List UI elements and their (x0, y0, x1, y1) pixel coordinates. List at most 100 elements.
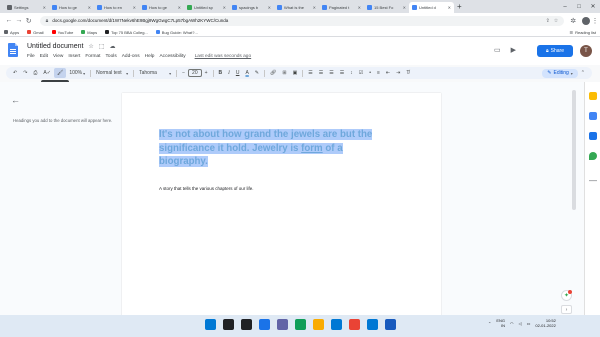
star-icon[interactable]: ☆ (88, 43, 93, 50)
bookmark-item[interactable]: Apps (4, 30, 19, 35)
chat-icon[interactable] (277, 319, 288, 330)
close-tab-icon[interactable]: ✕ (133, 5, 136, 10)
font-size-input[interactable]: 20 (188, 69, 202, 77)
browser-tab[interactable]: What is the ✕ (274, 2, 319, 13)
explore-icon[interactable]: ✦ (561, 290, 572, 301)
close-tab-icon[interactable]: ✕ (403, 5, 406, 10)
menu-format[interactable]: Format (85, 54, 100, 59)
bookmark-item[interactable]: Maps (81, 30, 97, 35)
insert-image-icon[interactable]: ▣ (290, 68, 301, 78)
menu-view[interactable]: View (53, 54, 63, 59)
browser-tab[interactable]: Untitled d ✕ (409, 2, 454, 13)
maps-icon[interactable] (589, 152, 597, 160)
menu-file[interactable]: File (27, 54, 35, 59)
paint-format-icon[interactable]: 🖌︎ (53, 68, 67, 78)
widgets-icon[interactable] (259, 319, 270, 330)
zoom-select[interactable]: 100% ▾ (66, 68, 88, 78)
bookmark-item[interactable]: Gmail (27, 30, 44, 35)
reload-icon[interactable]: ↻ (24, 17, 34, 25)
volume-icon[interactable]: ◁ (519, 321, 522, 326)
outlook-icon[interactable] (367, 319, 378, 330)
clock[interactable]: 10:52 02-01-2022 (535, 318, 555, 328)
numbered-list-icon[interactable]: ≡ (374, 68, 383, 78)
heading-text[interactable]: It's not about how grand the jewels are … (159, 128, 391, 169)
decrease-indent-icon[interactable]: ⇤ (383, 68, 393, 78)
checklist-icon[interactable]: ☑ (356, 68, 366, 78)
align-right-icon[interactable]: ☰ (326, 68, 336, 78)
highlight-icon[interactable]: ✎ (252, 68, 262, 78)
share-button[interactable]: 🔒︎ Share (537, 45, 573, 57)
chrome-icon[interactable] (349, 319, 360, 330)
menu-insert[interactable]: Insert (68, 54, 80, 59)
document-title[interactable]: Untitled document (27, 43, 83, 50)
menu-edit[interactable]: Edit (40, 54, 48, 59)
omnibox[interactable]: 🔒︎ docs.google.com/document/d/1W7Nekv6hE… (39, 15, 565, 26)
justify-icon[interactable]: ☰ (337, 68, 347, 78)
wifi-icon[interactable]: ◠ (510, 321, 514, 326)
windows-start-icon[interactable] (205, 319, 216, 330)
language-indicator[interactable]: ENG IN (496, 318, 505, 328)
italic-button[interactable]: I (225, 68, 233, 78)
move-folder-icon[interactable]: ⬚ (99, 43, 105, 50)
bold-button[interactable]: B (216, 68, 226, 78)
close-tab-icon[interactable]: ✕ (178, 5, 181, 10)
menu-accessibility[interactable]: Accessibility (159, 54, 185, 59)
increase-indent-icon[interactable]: ⇥ (393, 68, 403, 78)
meet-icon[interactable]: ▶ (511, 46, 516, 54)
menu-help[interactable]: Help (145, 54, 155, 59)
increase-font-size-button[interactable]: + (202, 68, 211, 78)
scrollbar[interactable] (572, 90, 576, 210)
bookmark-item[interactable]: Bug Guide: What?... (155, 30, 198, 35)
chevron-up-icon[interactable]: ⌃ (488, 321, 491, 326)
browser-tab[interactable]: Paginated t ✕ (319, 2, 364, 13)
contacts-icon[interactable] (589, 132, 597, 140)
print-icon[interactable]: ⎙ (30, 68, 40, 78)
bookmark-item[interactable]: YouTube (51, 30, 73, 35)
redo-icon[interactable]: ↷ (20, 68, 30, 78)
menu-addons[interactable]: Add-ons (122, 54, 140, 59)
browser-tab[interactable]: Untitled sp ✕ (184, 2, 229, 13)
bulleted-list-icon[interactable]: • (366, 68, 374, 78)
cloud-status-icon[interactable]: ☁ (109, 43, 115, 50)
text-color-button[interactable]: A (242, 68, 251, 78)
search-icon[interactable] (223, 319, 234, 330)
profile-avatar[interactable] (582, 16, 591, 25)
browser-tab[interactable]: spacings b ✕ (229, 2, 274, 13)
edge-icon[interactable] (295, 319, 306, 330)
clear-formatting-icon[interactable]: T̸ (403, 68, 412, 78)
add-ons-icon[interactable]: — (589, 177, 597, 185)
close-tab-icon[interactable]: ✕ (358, 5, 361, 10)
close-tab-icon[interactable]: ✕ (313, 5, 316, 10)
collapse-panel-icon[interactable]: › (561, 305, 572, 314)
browser-tab[interactable]: 15 Best Fo ✕ (364, 2, 409, 13)
bookmark-star-icon[interactable]: ☆ (554, 18, 558, 24)
browser-tab[interactable]: Settings ✕ (4, 2, 49, 13)
close-window-icon[interactable]: ✕ (586, 3, 600, 10)
align-center-icon[interactable]: ☰ (316, 68, 326, 78)
menu-tools[interactable]: Tools (106, 54, 117, 59)
back-icon[interactable]: ← (4, 17, 14, 24)
undo-icon[interactable]: ↶ (10, 68, 20, 78)
minimize-icon[interactable]: – (558, 4, 572, 10)
file-explorer-icon[interactable] (313, 319, 324, 330)
collapse-menus-icon[interactable]: ⌃ (578, 68, 588, 78)
underline-button[interactable]: U (233, 68, 243, 78)
docs-logo-icon[interactable] (8, 43, 18, 57)
comment-history-icon[interactable]: ▭ (494, 46, 501, 54)
share-page-icon[interactable]: ⇪ (546, 18, 550, 24)
browser-tab[interactable]: How to en ✕ (94, 2, 139, 13)
browser-tab[interactable]: How to ge ✕ (139, 2, 184, 13)
reading-list[interactable]: ☰ Reading list (570, 30, 597, 35)
word-icon[interactable] (385, 319, 396, 330)
insert-link-icon[interactable]: 🔗︎ (267, 68, 279, 78)
body-paragraph[interactable]: A story that tells the various chapters … (159, 186, 254, 191)
battery-icon[interactable]: ▭ (527, 321, 531, 326)
tasks-icon[interactable] (589, 112, 597, 120)
keep-icon[interactable] (589, 92, 597, 100)
maximize-icon[interactable]: □ (572, 4, 586, 10)
browser-tab[interactable]: How to ge ✕ (49, 2, 94, 13)
account-avatar[interactable]: T (580, 45, 592, 57)
close-tab-icon[interactable]: ✕ (43, 5, 46, 10)
close-tab-icon[interactable]: ✕ (223, 5, 226, 10)
task-view-icon[interactable] (241, 319, 252, 330)
